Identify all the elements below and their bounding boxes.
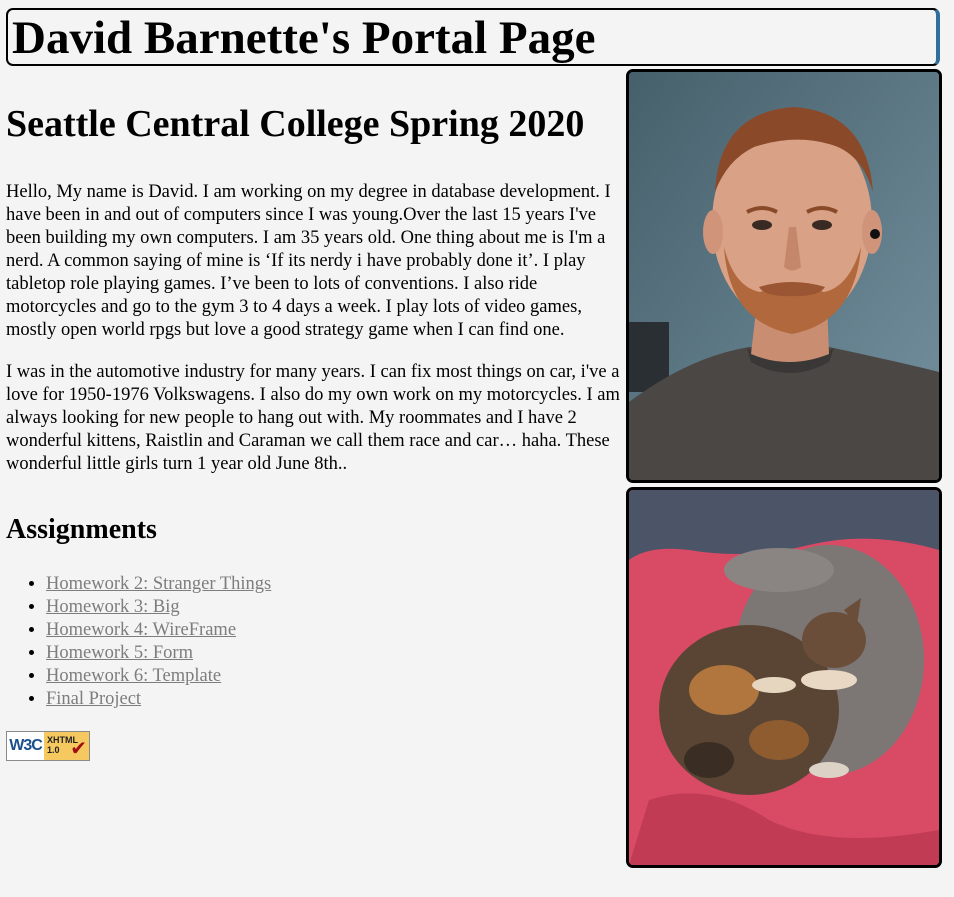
assignments-list: Homework 2: Stranger Things Homework 3: …	[6, 573, 628, 711]
homework-6-link[interactable]: Homework 6: Template	[46, 666, 221, 686]
list-item: Final Project	[46, 688, 628, 711]
list-item: Homework 5: Form	[46, 642, 628, 665]
cats-photo	[626, 487, 942, 868]
list-item: Homework 6: Template	[46, 665, 628, 688]
assignments-heading: Assignments	[6, 514, 157, 545]
xhtml-label: XHTML 1.0 ✔	[44, 732, 89, 760]
main-content: Seattle Central College Spring 2020 Hell…	[6, 100, 628, 761]
list-item: Homework 4: WireFrame	[46, 619, 628, 642]
portrait-illustration	[629, 72, 939, 480]
portrait-photo	[626, 69, 942, 483]
homework-4-link[interactable]: Homework 4: WireFrame	[46, 620, 236, 640]
homework-3-link[interactable]: Homework 3: Big	[46, 597, 180, 617]
w3c-logo: W3C	[9, 737, 43, 754]
page-banner: David Barnette's Portal Page	[6, 8, 940, 66]
bio-paragraph-2: I was in the automotive industry for man…	[6, 362, 620, 474]
list-item: Homework 2: Stranger Things	[46, 573, 628, 596]
cats-illustration	[629, 490, 939, 865]
checkmark-icon: ✔	[70, 738, 87, 760]
w3c-xhtml-badge[interactable]: W3C XHTML 1.0 ✔	[6, 731, 90, 761]
bio-paragraph-1: Hello, My name is David. I am working on…	[6, 182, 611, 340]
final-project-link[interactable]: Final Project	[46, 689, 141, 709]
list-item: Homework 3: Big	[46, 596, 628, 619]
xhtml-version: 1.0	[47, 745, 60, 755]
page-subtitle: Seattle Central College Spring 2020	[6, 103, 585, 145]
page-title: David Barnette's Portal Page	[12, 12, 596, 64]
homework-5-link[interactable]: Homework 5: Form	[46, 643, 193, 663]
homework-2-link[interactable]: Homework 2: Stranger Things	[46, 574, 271, 594]
